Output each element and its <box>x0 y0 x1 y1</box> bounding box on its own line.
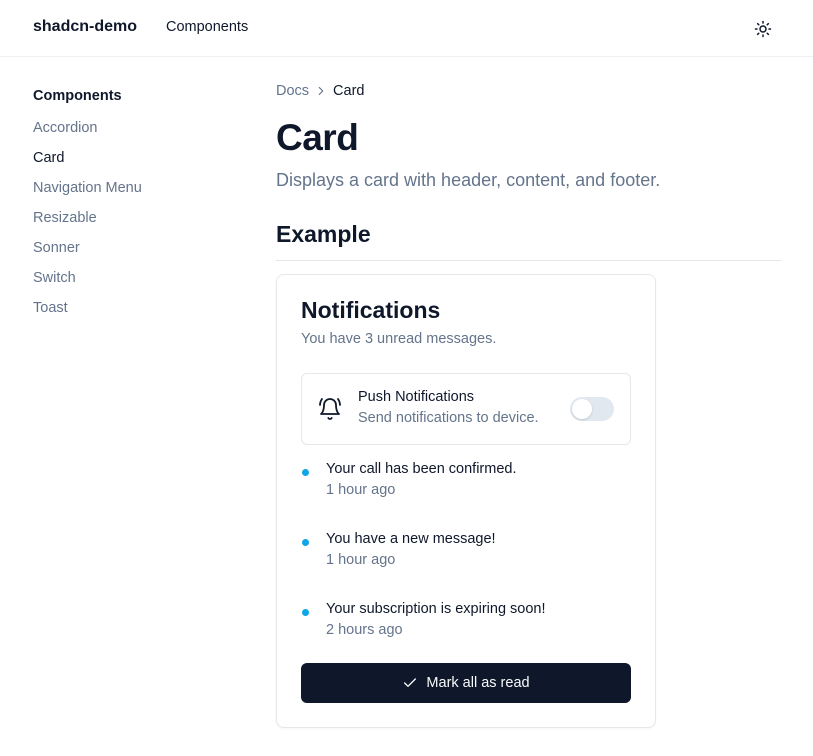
notification-item: Your call has been confirmed. 1 hour ago <box>301 461 631 505</box>
notification-item: Your subscription is expiring soon! 2 ho… <box>301 601 631 645</box>
page-title: Card <box>276 117 359 158</box>
sidebar-item-sonner[interactable]: Sonner <box>33 238 233 268</box>
brand-logo[interactable]: shadcn-demo <box>33 18 137 36</box>
sidebar: Components Accordion Card Navigation Men… <box>33 86 233 328</box>
sidebar-item-navigation-menu[interactable]: Navigation Menu <box>33 178 233 208</box>
sun-icon <box>754 20 772 38</box>
theme-toggle-button[interactable] <box>751 17 775 41</box>
nav-components-link[interactable]: Components <box>166 19 248 35</box>
notification-time: 2 hours ago <box>326 622 403 638</box>
sidebar-item-resizable[interactable]: Resizable <box>33 208 233 238</box>
notification-title: Your subscription is expiring soon! <box>326 601 546 617</box>
check-icon <box>402 675 418 691</box>
sidebar-item-card[interactable]: Card <box>33 148 233 178</box>
mark-all-read-label: Mark all as read <box>426 675 530 691</box>
card-description: You have 3 unread messages. <box>301 331 497 347</box>
bell-ring-icon <box>319 398 341 420</box>
sidebar-title: Components <box>33 88 122 104</box>
push-notifications-row: Push Notifications Send notifications to… <box>301 373 631 445</box>
sidebar-item-toast[interactable]: Toast <box>33 298 233 328</box>
notification-time: 1 hour ago <box>326 552 396 568</box>
notification-time: 1 hour ago <box>326 482 396 498</box>
main-content: Docs Card Card Displays a card with head… <box>276 80 782 261</box>
notification-title: Your call has been confirmed. <box>326 461 517 477</box>
breadcrumb-docs-link[interactable]: Docs <box>276 83 309 99</box>
unread-dot-icon <box>302 469 309 476</box>
top-bar: shadcn-demo Components <box>0 0 813 57</box>
sidebar-item-accordion[interactable]: Accordion <box>33 118 233 148</box>
unread-dot-icon <box>302 609 309 616</box>
page-description: Displays a card with header, content, an… <box>276 170 661 190</box>
breadcrumb: Docs Card <box>276 80 782 102</box>
notification-item: You have a new message! 1 hour ago <box>301 531 631 575</box>
notifications-card: Notifications You have 3 unread messages… <box>276 274 656 728</box>
breadcrumb-current: Card <box>333 83 365 99</box>
section-title-example: Example <box>276 218 782 261</box>
card-title: Notifications <box>301 297 441 323</box>
push-notifications-switch[interactable] <box>570 397 614 421</box>
sidebar-item-switch[interactable]: Switch <box>33 268 233 298</box>
mark-all-read-button[interactable]: Mark all as read <box>301 663 631 703</box>
unread-dot-icon <box>302 539 309 546</box>
notification-title: You have a new message! <box>326 531 496 547</box>
chevron-right-icon <box>309 83 333 99</box>
switch-thumb <box>572 399 592 419</box>
push-subtitle: Send notifications to device. <box>358 410 539 426</box>
push-title: Push Notifications <box>358 389 475 405</box>
